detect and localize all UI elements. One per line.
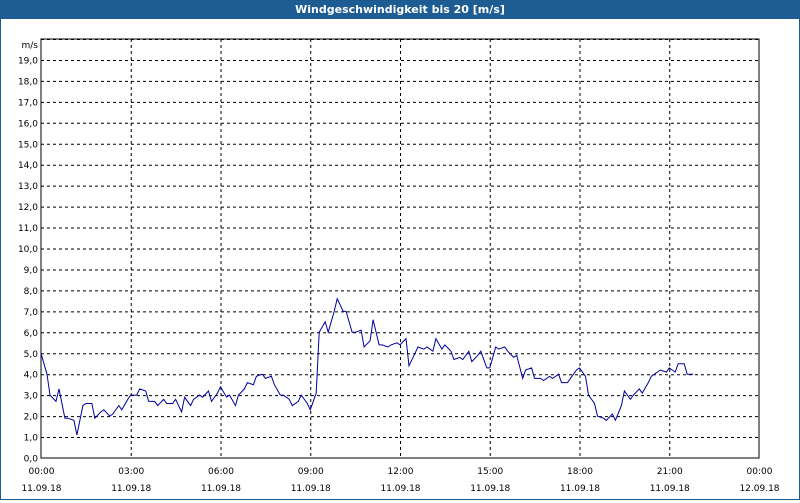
y-tick-label: 18,0: [18, 77, 38, 87]
x-tick-time-label: 00:00: [747, 467, 773, 477]
x-tick-date-label: 11.09.18: [21, 484, 61, 494]
x-tick-date-label: 11.09.18: [201, 484, 241, 494]
y-tick-label: 6,0: [24, 329, 39, 339]
x-tick-date-label: 12.09.18: [739, 484, 779, 494]
x-tick-time-label: 18:00: [567, 467, 593, 477]
y-tick-label: 9,0: [24, 266, 39, 276]
x-tick-date-label: 11.09.18: [470, 484, 510, 494]
y-axis-label: m/s: [22, 41, 39, 51]
y-tick-label: 10,0: [18, 245, 38, 255]
x-tick-date-label: 11.09.18: [380, 484, 420, 494]
y-tick-label: 11,0: [18, 224, 38, 234]
x-tick-time-label: 06:00: [208, 467, 234, 477]
x-tick-time-label: 00:00: [29, 467, 55, 477]
y-tick-label: 19,0: [18, 56, 38, 66]
x-tick-date-label: 11.09.18: [291, 484, 331, 494]
y-tick-label: 1,0: [24, 434, 39, 444]
y-tick-label: 2,0: [24, 413, 39, 423]
y-tick-label: 0,0: [24, 455, 39, 465]
x-tick-time-label: 03:00: [118, 467, 144, 477]
y-tick-label: 7,0: [24, 308, 39, 318]
y-tick-label: 4,0: [24, 371, 39, 381]
x-tick-time-label: 21:00: [657, 467, 683, 477]
y-tick-label: 5,0: [24, 350, 39, 360]
y-tick-label: 16,0: [18, 119, 38, 129]
y-tick-label: 14,0: [18, 161, 38, 171]
y-tick-label: 3,0: [24, 392, 39, 402]
y-tick-label: 12,0: [18, 203, 38, 213]
x-tick-date-label: 11.09.18: [650, 484, 690, 494]
window-title: Windgeschwindigkeit bis 20 [m/s]: [1, 1, 799, 19]
x-tick-date-label: 11.09.18: [111, 484, 151, 494]
x-tick-time-label: 12:00: [388, 467, 414, 477]
x-tick-date-label: 11.09.18: [560, 484, 600, 494]
chart-window: Windgeschwindigkeit bis 20 [m/s] 0,0 1,0 2…: [0, 0, 800, 500]
y-tick-label: 13,0: [18, 182, 38, 192]
x-tick-time-label: 15:00: [477, 467, 503, 477]
x-tick-time-label: 09:00: [298, 467, 324, 477]
wind-speed-chart: 0,0 1,0 2,0 3,0 4,0 5,0 6,0 7,0 8,0 9,0 10,0 11,0 12…: [18, 38, 780, 494]
y-tick-label: 15,0: [18, 140, 38, 150]
y-tick-label: 8,0: [24, 287, 39, 297]
y-tick-label: 17,0: [18, 98, 38, 108]
